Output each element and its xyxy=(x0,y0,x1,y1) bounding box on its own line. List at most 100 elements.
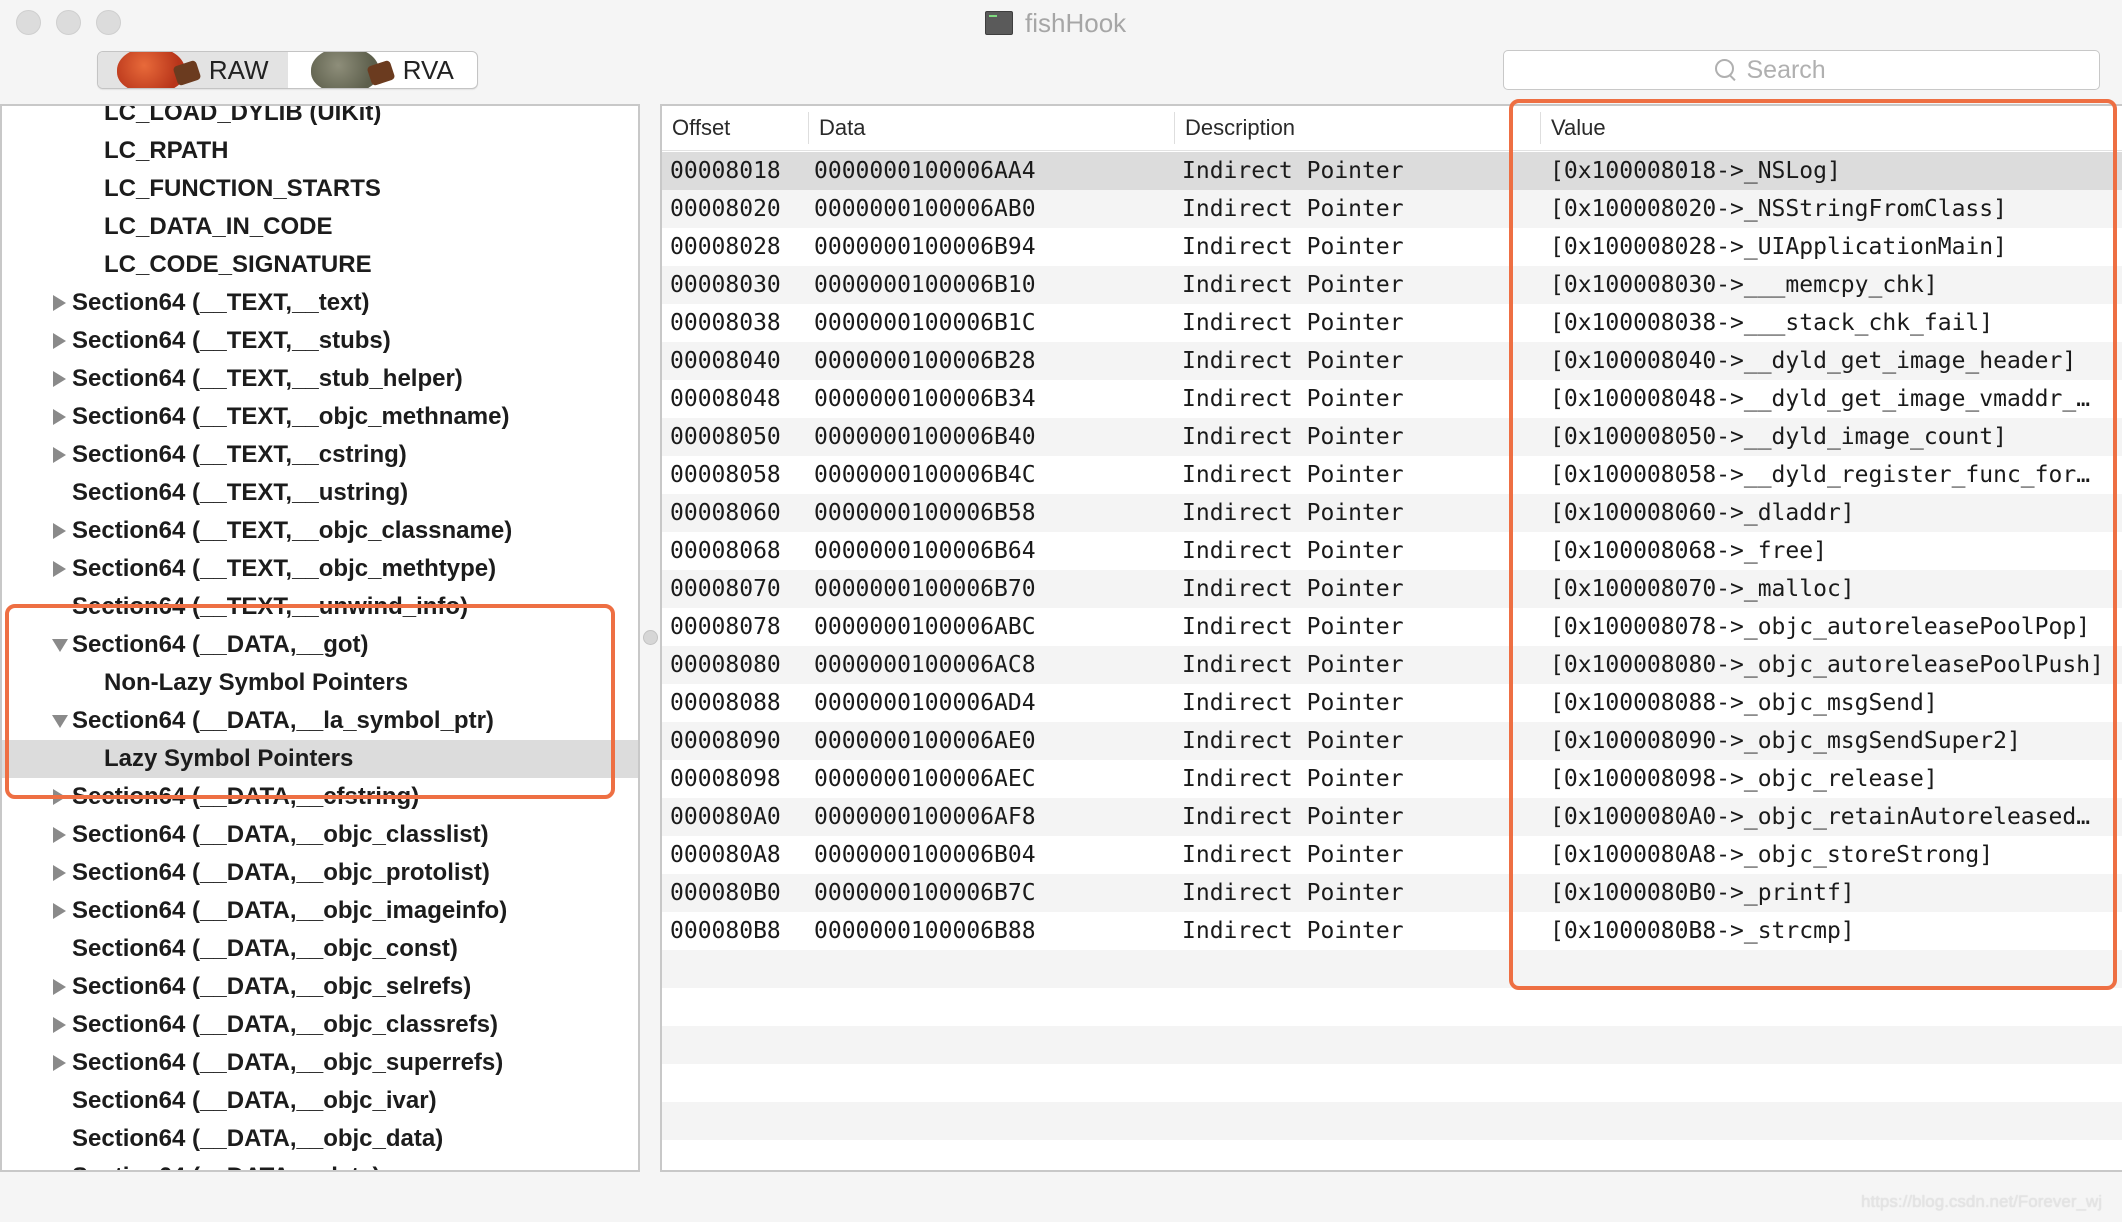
sidebar-tree-item[interactable]: Section64 (__TEXT,__objc_methname) xyxy=(2,398,638,436)
raw-segment[interactable]: RAW xyxy=(98,52,288,88)
sidebar-tree-item[interactable]: Section64 (__DATA,__objc_superrefs) xyxy=(2,1044,638,1082)
table-row[interactable]: 000080A0 0000000100006AF8 Indirect Pointer… xyxy=(662,798,2122,836)
sidebar-tree-item[interactable]: Section64 (__TEXT,__objc_classname) xyxy=(2,512,638,550)
table-row-empty xyxy=(662,1026,2122,1064)
table-row[interactable]: 00008080 0000000100006AC8 Indirect Pointer… xyxy=(662,646,2122,684)
column-header-data[interactable]: Data xyxy=(808,112,1174,144)
sidebar-tree-item[interactable]: Section64 (__DATA,__cfstring) xyxy=(2,778,638,816)
disclosure-triangle-right-icon[interactable] xyxy=(53,865,66,881)
sidebar-tree-item-label: Section64 (__TEXT,__objc_methtype) xyxy=(72,555,497,582)
cell-data: 0000000100006B1C xyxy=(814,310,1036,336)
minimize-window-button[interactable] xyxy=(56,10,81,35)
disclosure-triangle-right-icon[interactable] xyxy=(53,903,66,919)
table-row[interactable]: 000080A8 0000000100006B04 Indirect Pointer… xyxy=(662,836,2122,874)
sidebar-tree[interactable]: LC_LOAD_DYLIB (UIKit) LC_RPATH LC_FUNCTION… xyxy=(0,104,640,1172)
disclosure-triangle-down-icon[interactable] xyxy=(52,715,68,728)
sidebar-tree-item[interactable]: Section64 (__TEXT,__unwind_info) xyxy=(2,588,638,626)
table-row[interactable]: 00008070 0000000100006B70 Indirect Pointer… xyxy=(662,570,2122,608)
disclosure-triangle-right-icon[interactable] xyxy=(53,561,66,577)
sidebar-tree-item[interactable]: Section64 (__DATA,__objc_classrefs) xyxy=(2,1006,638,1044)
table-row[interactable]: 00008098 0000000100006AEC Indirect Pointer… xyxy=(662,760,2122,798)
search-icon xyxy=(1714,59,1737,81)
sidebar-tree-item[interactable]: Section64 (__TEXT,__cstring) xyxy=(2,436,638,474)
cell-value: [0x100008070->_malloc] xyxy=(1550,576,1855,602)
cell-offset: 000080B0 xyxy=(670,880,781,906)
cell-description: Indirect Pointer xyxy=(1182,842,1404,868)
table-row[interactable]: 000080B8 0000000100006B88 Indirect Pointer… xyxy=(662,912,2122,950)
sidebar-tree-item[interactable]: Section64 (__DATA,__objc_selrefs) xyxy=(2,968,638,1006)
disclosure-triangle-right-icon[interactable] xyxy=(53,295,66,311)
table-row[interactable]: 00008038 0000000100006B1C Indirect Pointer… xyxy=(662,304,2122,342)
sidebar-tree-item[interactable]: Section64 (__TEXT,__objc_methtype) xyxy=(2,550,638,588)
disclosure-triangle-right-icon[interactable] xyxy=(53,979,66,995)
disclosure-triangle-right-icon[interactable] xyxy=(53,523,66,539)
zoom-window-button[interactable] xyxy=(96,10,121,35)
disclosure-triangle-right-icon[interactable] xyxy=(53,371,66,387)
cell-data: 0000000100006AE0 xyxy=(814,728,1036,754)
cell-value: [0x100008038->___stack_chk_fail] xyxy=(1550,310,1994,336)
table-row[interactable]: 00008090 0000000100006AE0 Indirect Pointer… xyxy=(662,722,2122,760)
sidebar-tree-item[interactable]: Section64 (__DATA,__la_symbol_ptr) xyxy=(2,702,638,740)
table-row[interactable]: 000080B0 0000000100006B7C Indirect Pointer… xyxy=(662,874,2122,912)
sidebar-tree-item[interactable]: Section64 (__DATA,__got) xyxy=(2,626,638,664)
cell-value: [0x100008068->_free] xyxy=(1550,538,1827,564)
sidebar-tree-item[interactable]: Section64 (__TEXT,__stubs) xyxy=(2,322,638,360)
disclosure-triangle-down-icon[interactable] xyxy=(52,639,68,652)
cell-description: Indirect Pointer xyxy=(1182,158,1404,184)
sidebar-tree-item[interactable]: LC_RPATH xyxy=(2,132,638,170)
table-row[interactable]: 00008050 0000000100006B40 Indirect Pointer… xyxy=(662,418,2122,456)
search-input[interactable] xyxy=(1744,54,1889,86)
close-window-button[interactable] xyxy=(16,10,41,35)
column-header-value[interactable]: Value xyxy=(1540,112,2120,144)
table-row[interactable]: 00008068 0000000100006B64 Indirect Pointer… xyxy=(662,532,2122,570)
sidebar-tree-item[interactable]: LC_FUNCTION_STARTS xyxy=(2,170,638,208)
cell-value: [0x1000080A8->_objc_storeStrong] xyxy=(1550,842,1994,868)
table-row[interactable]: 00008058 0000000100006B4C Indirect Pointer… xyxy=(662,456,2122,494)
sidebar-tree-item[interactable]: Non-Lazy Symbol Pointers xyxy=(2,664,638,702)
sidebar-tree-item[interactable]: Section64 (__DATA,__data) xyxy=(2,1158,638,1170)
sidebar-tree-item[interactable]: Section64 (__DATA,__objc_const) xyxy=(2,930,638,968)
disclosure-triangle-right-icon[interactable] xyxy=(53,1017,66,1033)
split-view-divider-handle[interactable] xyxy=(643,630,658,645)
rva-segment[interactable]: RVA xyxy=(288,52,478,88)
disclosure-triangle-right-icon[interactable] xyxy=(53,1055,66,1071)
cell-description: Indirect Pointer xyxy=(1182,576,1404,602)
sidebar-tree-item[interactable]: Section64 (__DATA,__objc_imageinfo) xyxy=(2,892,638,930)
sidebar-tree-item[interactable]: LC_CODE_SIGNATURE xyxy=(2,246,638,284)
table-row[interactable]: 00008060 0000000100006B58 Indirect Pointer… xyxy=(662,494,2122,532)
cell-data: 0000000100006B34 xyxy=(814,386,1036,412)
disclosure-triangle-right-icon[interactable] xyxy=(53,789,66,805)
table-row[interactable]: 00008030 0000000100006B10 Indirect Pointer… xyxy=(662,266,2122,304)
sidebar-tree-item[interactable]: Section64 (__DATA,__objc_ivar) xyxy=(2,1082,638,1120)
cell-offset: 000080B8 xyxy=(670,918,781,944)
sidebar-tree-item[interactable]: Section64 (__TEXT,__ustring) xyxy=(2,474,638,512)
cell-description: Indirect Pointer xyxy=(1182,766,1404,792)
sidebar-tree-item[interactable]: LC_LOAD_DYLIB (UIKit) xyxy=(2,106,638,132)
table-row[interactable]: 00008040 0000000100006B28 Indirect Pointer… xyxy=(662,342,2122,380)
sidebar-tree-item[interactable]: LC_DATA_IN_CODE xyxy=(2,208,638,246)
column-header-description[interactable]: Description xyxy=(1174,112,1540,144)
table-row[interactable]: 00008088 0000000100006AD4 Indirect Pointer… xyxy=(662,684,2122,722)
table-row[interactable]: 00008078 0000000100006ABC Indirect Pointer… xyxy=(662,608,2122,646)
search-field[interactable] xyxy=(1503,50,2100,90)
sidebar-tree-item[interactable]: Section64 (__DATA,__objc_classlist) xyxy=(2,816,638,854)
disclosure-triangle-right-icon[interactable] xyxy=(53,827,66,843)
watermark: https://blog.csdn.net/Forever_wj xyxy=(1861,1192,2102,1211)
sidebar-tree-item[interactable]: Section64 (__DATA,__objc_protolist) xyxy=(2,854,638,892)
table-row[interactable]: 00008018 0000000100006AA4 Indirect Pointer… xyxy=(662,152,2122,190)
cell-data: 0000000100006B88 xyxy=(814,918,1036,944)
cell-description: Indirect Pointer xyxy=(1182,652,1404,678)
table-row[interactable]: 00008028 0000000100006B94 Indirect Pointer… xyxy=(662,228,2122,266)
sidebar-tree-item[interactable]: Section64 (__DATA,__objc_data) xyxy=(2,1120,638,1158)
sidebar-tree-item[interactable]: Lazy Symbol Pointers xyxy=(2,740,638,778)
cell-offset: 000080A8 xyxy=(670,842,781,868)
disclosure-triangle-right-icon[interactable] xyxy=(53,333,66,349)
table-row[interactable]: 00008020 0000000100006AB0 Indirect Pointer… xyxy=(662,190,2122,228)
disclosure-triangle-right-icon[interactable] xyxy=(53,447,66,463)
table-row[interactable]: 00008048 0000000100006B34 Indirect Pointer… xyxy=(662,380,2122,418)
table-header: Offset Data Description Value xyxy=(662,106,2122,151)
column-header-offset[interactable]: Offset xyxy=(662,106,808,150)
disclosure-triangle-right-icon[interactable] xyxy=(53,409,66,425)
sidebar-tree-item[interactable]: Section64 (__TEXT,__stub_helper) xyxy=(2,360,638,398)
sidebar-tree-item[interactable]: Section64 (__TEXT,__text) xyxy=(2,284,638,322)
